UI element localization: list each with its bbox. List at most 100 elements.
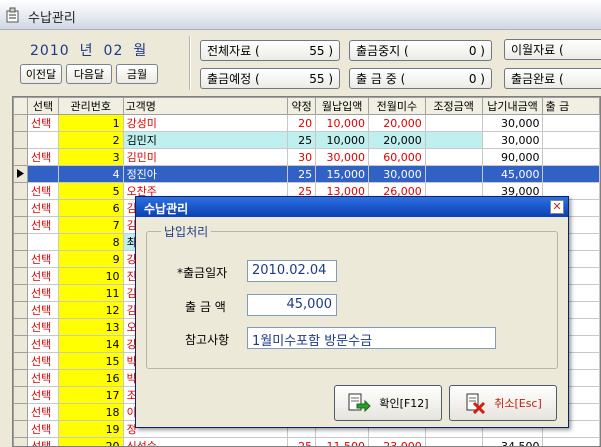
cell-mgmt-no: 14 (57, 335, 124, 353)
cell-select: 선택 (27, 267, 59, 285)
group-label: 납입처리 (161, 223, 212, 240)
confirm-icon (348, 393, 372, 413)
memo-label: 참고사항 (185, 333, 230, 347)
row-indicator (13, 165, 28, 183)
row-indicator (13, 352, 28, 370)
column-header[interactable]: 조정금액 (424, 97, 483, 115)
status-inprogress-button[interactable]: 출 금 중 ( 0 ) (349, 68, 492, 89)
cell-mgmt-no: 15 (57, 352, 124, 370)
toolbar-separator (189, 36, 191, 90)
cell-select (27, 165, 59, 183)
column-header[interactable]: 고객명 (122, 97, 289, 115)
status-stopped-count: 0 ) (468, 43, 485, 58)
row-indicator (13, 148, 28, 166)
amount-input[interactable]: 45,000 (247, 294, 337, 316)
cell-mgmt-no: 10 (57, 267, 124, 285)
next-month-button[interactable]: 다음달 (66, 64, 112, 84)
column-header[interactable]: 선택 (27, 97, 59, 115)
date-label: *출금일자 (177, 266, 228, 280)
row-indicator (13, 250, 28, 268)
current-month-button[interactable]: 금월 (116, 64, 158, 84)
cell-monthly: 30,000 (315, 148, 369, 166)
current-row-icon (17, 168, 24, 178)
cell-withdraw (542, 114, 600, 132)
cell-monthly: 10,000 (315, 131, 369, 149)
column-header[interactable]: 관리번호 (57, 97, 124, 115)
row-indicator (13, 403, 28, 421)
cell-select: 선택 (27, 216, 59, 234)
status-inprogress-count: 0 ) (468, 71, 485, 86)
column-header[interactable]: 월납입액 (315, 97, 369, 115)
cell-term: 25 (287, 165, 317, 183)
date-input[interactable]: 2010.02.04 (247, 260, 337, 282)
cell-withdraw (542, 148, 600, 166)
row-indicator (13, 420, 28, 438)
payment-groupbox: 납입처리 *출금일자 2010.02.04 출 금 액 45,000 참고사항 … (146, 223, 558, 369)
period-month-unit: 월 (133, 43, 148, 59)
status-inprogress-label: 출 금 중 ( (356, 72, 406, 86)
cell-mgmt-no: 13 (57, 318, 124, 336)
cell-mgmt-no: 20 (57, 437, 124, 446)
cell-mgmt-no: 11 (57, 284, 124, 302)
cell-prev-unpaid: 20,000 (368, 114, 426, 132)
cell-mgmt-no: 9 (57, 250, 124, 268)
cell-mgmt-no: 2 (57, 131, 124, 149)
status-all-button[interactable]: 전체자료 (55 ) (200, 40, 340, 61)
cell-customer-name: 강성미 (122, 114, 289, 132)
cell-select: 선택 (27, 301, 59, 319)
status-all-count: 55 ) (309, 43, 333, 58)
cancel-icon (466, 393, 486, 414)
cell-select: 선택 (27, 403, 59, 421)
dialog-title: 수납관리 (144, 202, 189, 216)
status-carryover-label: 이월자료 ( (511, 43, 564, 57)
cell-customer-name: 신성숙 (122, 437, 289, 446)
cell-mgmt-no: 1 (57, 114, 124, 132)
cell-select: 선택 (27, 335, 59, 353)
cell-select: 선택 (27, 284, 59, 302)
cell-adjustment (424, 131, 483, 149)
cell-select (27, 131, 59, 149)
status-completed-button[interactable]: 출금완료 ( (504, 68, 601, 89)
column-header[interactable]: 약정 (287, 97, 317, 115)
close-icon[interactable]: ✕ (550, 200, 564, 214)
cell-select: 선택 (27, 199, 59, 217)
status-scheduled-count: 55 ) (309, 71, 333, 86)
memo-input[interactable]: 1월미수포함 방문수금 (247, 327, 496, 349)
cell-adjustment (424, 114, 483, 132)
row-indicator (13, 335, 28, 353)
window-title: 수납관리 (28, 11, 76, 26)
amount-label: 출 금 액 (185, 300, 226, 314)
cell-select: 선택 (27, 420, 59, 438)
confirm-button[interactable]: 확인[F12] (334, 385, 442, 421)
table-row[interactable]: 선택 20 신성숙 25 11,500 23,000 34,500 (13, 437, 600, 446)
cell-monthly: 15,000 (315, 165, 369, 183)
row-indicator (13, 369, 28, 387)
status-scheduled-button[interactable]: 출금예정 (55 ) (200, 68, 340, 89)
cell-mgmt-no: 6 (57, 199, 124, 217)
column-header[interactable]: 출 금 (542, 97, 600, 115)
app-icon (6, 7, 19, 23)
table-row[interactable]: 선택 3 김민미 30 30,000 60,000 90,000 (13, 148, 600, 166)
status-carryover-button[interactable]: 이월자료 ( (504, 39, 601, 60)
cell-mgmt-no: 4 (57, 165, 124, 183)
cell-term: 25 (287, 437, 317, 446)
cell-select (27, 233, 59, 251)
table-row[interactable]: 2 김민지 25 10,000 20,000 30,000 (13, 131, 600, 149)
cancel-button[interactable]: 취소[Esc] (449, 385, 557, 421)
table-row[interactable]: 선택 1 강성미 20 10,000 20,000 30,000 (13, 114, 600, 132)
cell-select: 선택 (27, 148, 59, 166)
column-header[interactable]: 전월미수 (368, 97, 426, 115)
cell-mgmt-no: 5 (57, 182, 124, 200)
status-stopped-button[interactable]: 출금중지 (0 ) (349, 40, 492, 61)
table-row[interactable]: 4 정진아 25 15,000 30,000 45,000 (13, 165, 600, 183)
column-header[interactable]: 납기내금액 (481, 97, 544, 115)
cell-due-amount: 30,000 (481, 131, 544, 149)
cell-mgmt-no: 7 (57, 216, 124, 234)
cell-term: 30 (287, 148, 317, 166)
cell-select: 선택 (27, 318, 59, 336)
cell-due-amount: 45,000 (481, 165, 544, 183)
row-indicator (13, 131, 28, 149)
prev-month-button[interactable]: 이전달 (20, 64, 62, 84)
cell-monthly: 11,500 (315, 437, 369, 446)
cell-prev-unpaid: 23,000 (368, 437, 426, 446)
